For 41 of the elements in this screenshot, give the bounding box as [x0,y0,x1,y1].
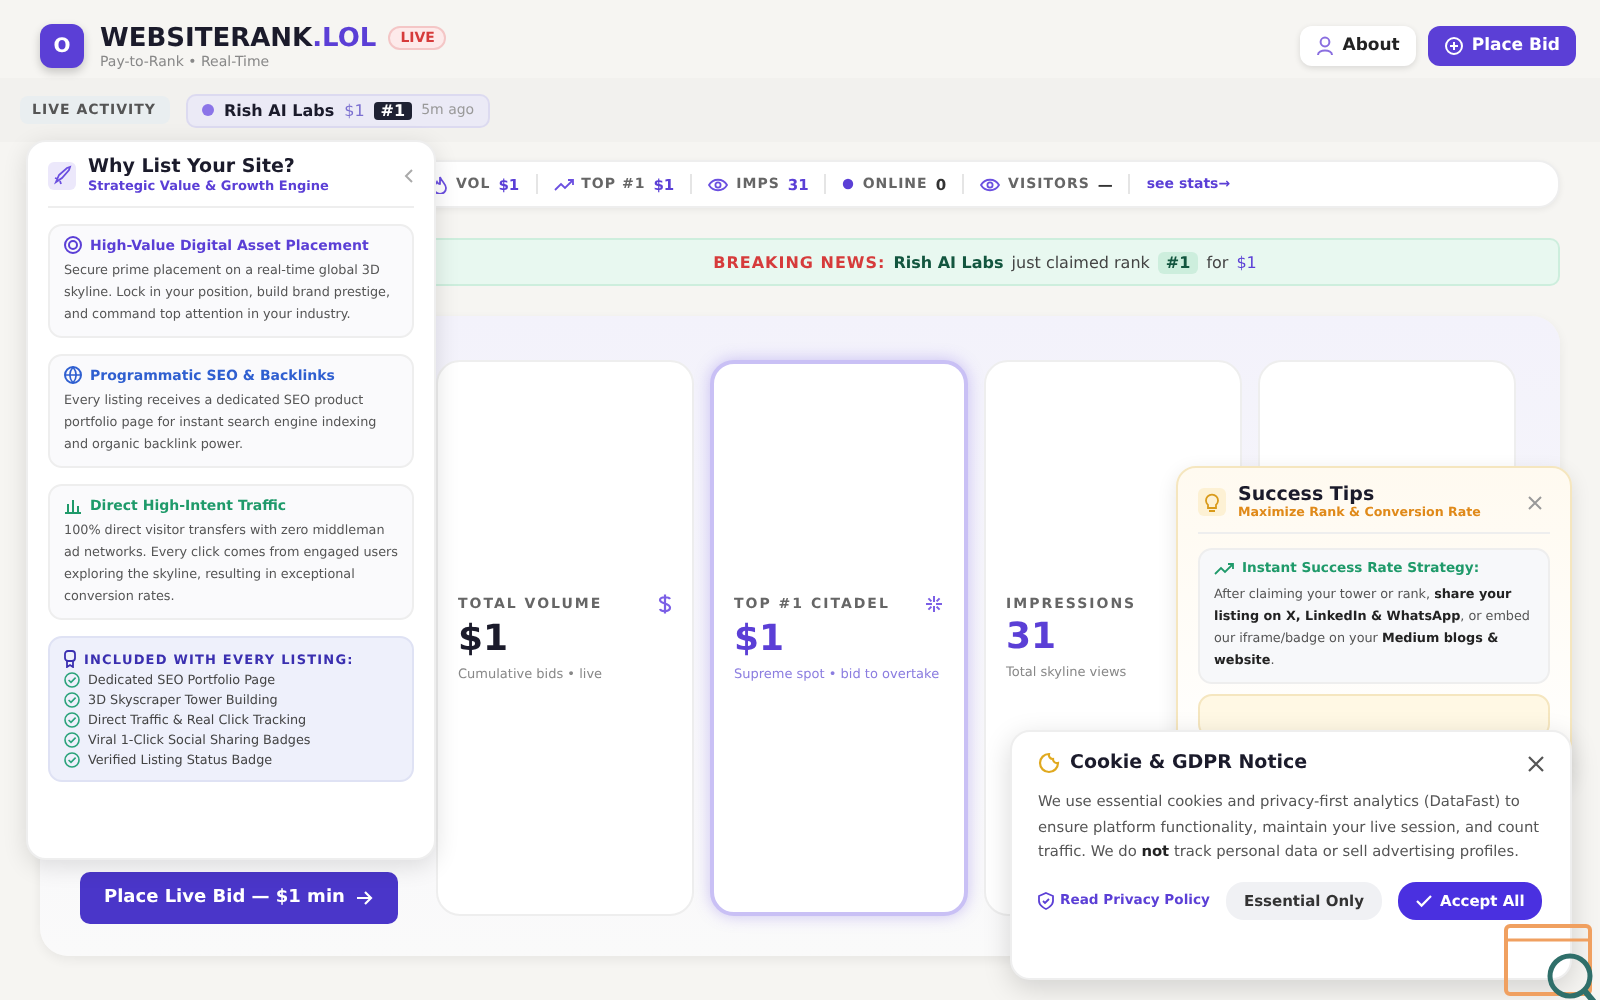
card-value: $1 [458,618,511,660]
target-icon [64,236,82,254]
site-title: WEBSITERANK.LOL [100,23,377,53]
place-live-bid-button[interactable]: Place Live Bid — $1 min [80,872,399,924]
check-circle-icon [64,732,80,748]
check-circle-icon [64,712,80,728]
shield-check-icon [1038,891,1054,909]
cookie-title: Cookie & GDPR Notice [1070,752,1310,774]
tips-title: Success Tips [1238,484,1377,506]
sparkle-icon [924,594,944,614]
news-company: Rish AI Labs [893,253,1004,271]
eye-icon [980,177,1001,191]
breaking-news-label: BREAKING NEWS: [713,253,886,271]
lightbulb-icon [1198,488,1226,516]
badge-icon [64,650,76,668]
user-icon [1316,36,1335,56]
news-text: just claimed rank [1011,253,1150,271]
panel-title: Why List Your Site? [88,156,297,178]
place-bid-button[interactable]: Place Bid [1427,26,1576,66]
check-icon [1416,893,1433,907]
dollar-icon [658,594,672,614]
check-circle-icon [64,672,80,688]
search-widget-icon[interactable] [1504,922,1596,1000]
cookie-icon [1038,752,1060,774]
trend-icon [1214,561,1234,575]
status-dot-icon [842,178,855,190]
check-circle-icon [64,752,80,768]
close-icon[interactable] [1528,755,1544,771]
logo-badge: O [40,24,84,68]
arrow-right-icon [356,890,375,906]
card-value: $1 [734,618,787,660]
news-amount: $1 [1236,253,1257,271]
news-text: for [1206,253,1229,271]
check-circle-icon [64,692,80,708]
trend-icon [553,177,574,191]
eye-icon [708,177,729,191]
bar-chart-icon [64,496,82,514]
about-button[interactable]: About [1300,26,1416,66]
plus-circle-icon [1443,36,1464,56]
rank-badge: #1 [1157,251,1199,273]
globe-icon [64,366,82,384]
